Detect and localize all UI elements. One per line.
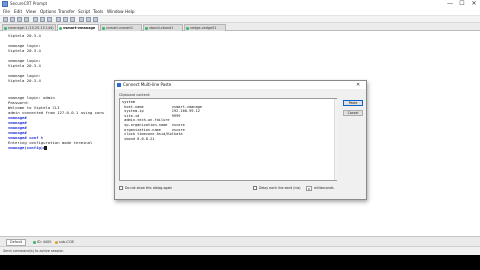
tab-vsmart-vmanage[interactable]: vsmart-vmanage <box>57 24 99 31</box>
menu-options[interactable]: Options <box>40 8 56 16</box>
tab-label: vmanage-1 (10.25.15.144) <box>8 26 54 30</box>
tab-vedge-vedge01[interactable]: vedge-vedge01 <box>184 24 226 31</box>
tab-vsmart-vsmart1[interactable]: vsmart-vsmart1 <box>100 24 142 31</box>
menu-view[interactable]: View <box>26 8 36 16</box>
clipboard-line: vbond 0.0.0.21 <box>122 136 155 141</box>
bottom-tab-label: ID: 4400 <box>37 240 52 244</box>
reconnect-icon[interactable] <box>17 17 22 22</box>
terminal-line: Viptela 20.3.4 <box>8 33 41 38</box>
menu-window[interactable]: Window <box>107 8 124 16</box>
menu-file[interactable]: File <box>3 8 10 16</box>
status-dot-icon <box>145 27 148 30</box>
delay-checkbox[interactable] <box>253 186 257 190</box>
menu-edit[interactable]: Edit <box>14 8 22 16</box>
terminal-cursor <box>44 145 47 150</box>
global-options-icon[interactable] <box>70 17 75 22</box>
status-dot-icon <box>186 27 189 30</box>
tab-sub-ccie[interactable]: sub-CCIE <box>55 239 74 246</box>
app-icon <box>2 1 8 7</box>
statusbar: Send command(s) to active session <box>0 246 480 255</box>
terminal-line: Viptela 20.3.4 <box>8 78 41 83</box>
quick-connect-icon[interactable] <box>10 17 15 22</box>
menu-transfer[interactable]: Transfer <box>58 8 75 16</box>
menu-script[interactable]: Script <box>78 8 90 16</box>
tab-label: vbond-vbond1 <box>149 26 174 30</box>
paste-button[interactable]: Paste <box>343 100 363 106</box>
menu-help[interactable]: Help <box>125 8 135 16</box>
tab-label: vedge-vedge01 <box>190 26 217 30</box>
milliseconds-label: milliseconds <box>314 186 334 190</box>
clipboard-group-label: Clipboard content: <box>119 93 151 97</box>
help-icon[interactable] <box>93 17 98 22</box>
delay-label: Delay each line send (ms) <box>259 186 301 190</box>
minimize-button[interactable]: — <box>444 0 456 8</box>
keymap-icon[interactable] <box>86 17 91 22</box>
toolbar <box>0 16 480 23</box>
clipboard-content-textarea[interactable]: system host-name vsmart-vmanage system-i… <box>119 98 337 181</box>
tab-label: vsmart-vsmart1 <box>106 26 134 30</box>
terminal-line: Viptela 20.3.4 <box>8 63 41 68</box>
disconnect-icon[interactable] <box>24 17 29 22</box>
print-icon[interactable] <box>56 17 61 22</box>
delay-input[interactable]: 0 <box>306 185 312 191</box>
window-titlebar: SecureCRT Prompt — ☐ ✕ <box>0 0 480 8</box>
dialog-title: Connect Multi-line Paste <box>123 82 172 87</box>
find-icon[interactable] <box>47 17 52 22</box>
command-window-bar: Default ID: 4400 sub-CCIE <box>0 236 480 246</box>
status-dot-icon <box>33 240 36 244</box>
letterbox-bar <box>0 255 480 270</box>
maximize-button[interactable]: ☐ <box>456 0 468 8</box>
paste-icon[interactable] <box>40 17 45 22</box>
tab-id-4400[interactable]: ID: 4400 <box>33 239 51 246</box>
terminal-line: vmanage(config)# <box>8 145 46 150</box>
status-dot-icon <box>4 27 7 30</box>
dialog-titlebar: Connect Multi-line Paste ✕ <box>115 81 366 89</box>
tab-default[interactable]: Default <box>6 239 27 246</box>
terminal-line: Viptela 20.3.4 <box>8 48 41 53</box>
bottom-tab-label: sub-CCIE <box>59 240 75 244</box>
do-not-show-label: Do not show this dialog again <box>125 186 173 190</box>
copy-icon[interactable] <box>33 17 38 22</box>
tab-vmanage-1[interactable]: vmanage-1 (10.25.15.144) <box>2 24 56 31</box>
tab-label: vsmart-vmanage <box>63 26 96 30</box>
dialog-close-icon[interactable]: ✕ <box>356 81 360 89</box>
window-title: SecureCRT Prompt <box>10 1 48 6</box>
tab-vbond-vbond1[interactable]: vbond-vbond1 <box>143 24 183 31</box>
session-tabbar: vmanage-1 (10.25.15.144) vsmart-vmanage … <box>0 23 480 31</box>
do-not-show-checkbox[interactable] <box>119 186 123 190</box>
dialog-app-icon <box>117 83 121 87</box>
settings-icon[interactable] <box>63 17 68 22</box>
cancel-button[interactable]: Cancel <box>343 110 363 116</box>
status-dot-icon <box>59 27 62 30</box>
close-button[interactable]: ✕ <box>468 0 480 8</box>
menu-tools[interactable]: Tools <box>93 8 103 16</box>
menubar: File Edit View Options Transfer Script T… <box>0 8 480 16</box>
sftp-icon[interactable] <box>79 17 84 22</box>
status-dot-icon <box>102 27 105 30</box>
multiline-paste-dialog: Connect Multi-line Paste ✕ Clipboard con… <box>114 80 367 200</box>
status-dot-icon <box>55 240 58 244</box>
textarea-scrollbar[interactable] <box>334 99 337 180</box>
connect-icon[interactable] <box>3 17 8 22</box>
